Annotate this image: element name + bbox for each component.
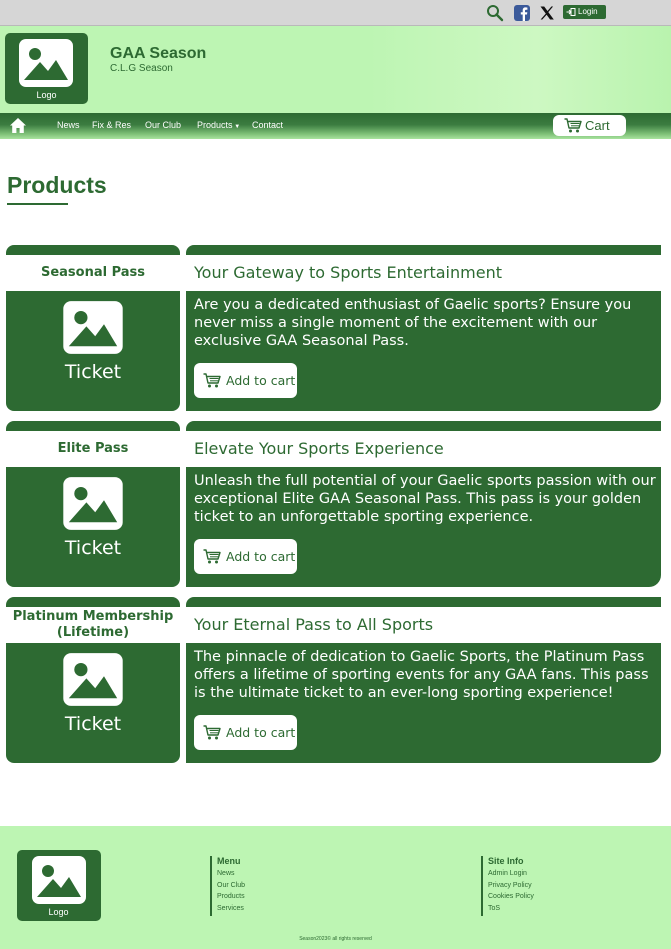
- product-image-panel: Platinum Membership (Lifetime) Ticket: [6, 597, 180, 763]
- image-placeholder-icon: [19, 39, 73, 87]
- image-placeholder-icon: [32, 856, 86, 904]
- login-label: Login: [578, 7, 598, 16]
- add-to-cart-button[interactable]: Add to cart: [194, 539, 297, 574]
- facebook-icon[interactable]: [513, 4, 531, 22]
- footer-link-admin-login[interactable]: Admin Login: [488, 868, 534, 880]
- site-title: GAA Season: [110, 45, 207, 62]
- site-footer: Logo Menu News Our Club Products Service…: [0, 826, 671, 949]
- footer-menu-title: Menu: [217, 856, 241, 866]
- footer-link-products[interactable]: Products: [217, 891, 245, 903]
- nav-item-fix-res[interactable]: Fix & Res: [92, 120, 131, 130]
- product-title: Your Gateway to Sports Entertainment: [194, 263, 502, 282]
- cart-icon: [203, 549, 221, 564]
- product-card-elite-pass: Elite Pass Ticket Elevate Your Sports Ex…: [0, 421, 671, 587]
- footer-site-info: Site Info Admin Login Privacy Policy Coo…: [481, 856, 534, 916]
- product-image-area: Ticket: [6, 643, 180, 763]
- footer-link-our-club[interactable]: Our Club: [217, 880, 245, 892]
- product-name: Seasonal Pass: [40, 265, 146, 280]
- product-description: Unleash the full potential of your Gaeli…: [194, 473, 656, 525]
- product-details-body: Unleash the full potential of your Gaeli…: [186, 467, 661, 587]
- search-icon[interactable]: [486, 4, 504, 22]
- add-to-cart-label: Add to cart: [226, 725, 296, 740]
- product-card-platinum-membership: Platinum Membership (Lifetime) Ticket Yo…: [0, 597, 671, 763]
- logo-label: Logo: [36, 90, 57, 100]
- chevron-down-icon: ▼: [232, 124, 241, 130]
- nav-item-products-label: Products: [197, 120, 233, 130]
- product-image-panel: Elite Pass Ticket: [6, 421, 180, 587]
- copyright-text: Season2023© all rights reserved: [299, 936, 372, 942]
- footer-link-news[interactable]: News: [217, 868, 245, 880]
- image-placeholder-icon: [63, 301, 123, 354]
- home-icon[interactable]: [9, 117, 27, 134]
- top-utility-bar: Login: [0, 0, 671, 26]
- page-title: Products: [7, 172, 107, 198]
- nav-item-products[interactable]: Products ▼: [197, 120, 240, 130]
- nav-item-contact[interactable]: Contact: [252, 120, 283, 130]
- product-description: The pinnacle of dedication to Gaelic Spo…: [194, 649, 649, 701]
- card-tab: [186, 421, 661, 431]
- footer-link-privacy-policy[interactable]: Privacy Policy: [488, 880, 534, 892]
- footer-link-tos[interactable]: ToS: [488, 903, 534, 915]
- footer-logo-label: Logo: [48, 907, 69, 917]
- ticket-label: Ticket: [64, 713, 122, 735]
- heading-underline: [7, 203, 68, 205]
- ticket-label: Ticket: [64, 537, 122, 559]
- cart-label: Cart: [585, 118, 610, 133]
- footer-link-cookies-policy[interactable]: Cookies Policy: [488, 891, 534, 903]
- add-to-cart-label: Add to cart: [226, 549, 296, 564]
- footer-link-services[interactable]: Services: [217, 903, 245, 915]
- cart-button[interactable]: Cart: [553, 115, 626, 136]
- product-name: Elite Pass: [57, 441, 129, 456]
- product-details-body: Are you a dedicated enthusiast of Gaelic…: [186, 291, 661, 411]
- image-placeholder-icon: [63, 477, 123, 530]
- site-subtitle: C.L.G Season: [110, 63, 173, 74]
- login-button[interactable]: Login: [563, 5, 606, 19]
- add-to-cart-button[interactable]: Add to cart: [194, 363, 297, 398]
- card-tab: [186, 597, 661, 607]
- product-image-panel: Seasonal Pass Ticket: [6, 245, 180, 411]
- card-tab: [6, 597, 180, 607]
- add-to-cart-button[interactable]: Add to cart: [194, 715, 297, 750]
- product-image-area: Ticket: [6, 467, 180, 587]
- card-tab: [6, 421, 180, 431]
- cart-icon: [564, 118, 582, 133]
- card-tab: [6, 245, 180, 255]
- product-title: Elevate Your Sports Experience: [194, 439, 444, 458]
- product-details-panel: Your Eternal Pass to All Sports The pinn…: [186, 597, 661, 763]
- image-placeholder-icon: [63, 653, 123, 706]
- x-icon[interactable]: [538, 4, 556, 22]
- product-image-area: Ticket: [6, 291, 180, 411]
- ticket-label: Ticket: [64, 361, 122, 383]
- product-title: Your Eternal Pass to All Sports: [194, 615, 434, 634]
- cart-icon: [203, 373, 221, 388]
- main-nav: News Fix & Res Our Club Products ▼ Conta…: [0, 113, 671, 139]
- footer-site-info-title: Site Info: [488, 856, 524, 866]
- add-to-cart-label: Add to cart: [226, 373, 296, 388]
- product-name: Platinum Membership (Lifetime): [12, 609, 174, 640]
- product-details-panel: Your Gateway to Sports Entertainment Are…: [186, 245, 661, 411]
- nav-item-our-club[interactable]: Our Club: [145, 120, 181, 130]
- site-header: Logo GAA Season C.L.G Season: [0, 26, 671, 113]
- card-tab: [186, 245, 661, 255]
- footer-logo[interactable]: Logo: [17, 850, 101, 921]
- nav-item-news[interactable]: News: [57, 120, 80, 130]
- product-details-panel: Elevate Your Sports Experience Unleash t…: [186, 421, 661, 587]
- product-card-seasonal-pass: Seasonal Pass Ticket Your Gateway to Spo…: [0, 245, 671, 411]
- login-icon: [566, 8, 576, 16]
- product-description: Are you a dedicated enthusiast of Gaelic…: [194, 297, 632, 349]
- site-logo[interactable]: Logo: [5, 33, 88, 104]
- cart-icon: [203, 725, 221, 740]
- product-details-body: The pinnacle of dedication to Gaelic Spo…: [186, 643, 661, 763]
- footer-menu: Menu News Our Club Products Services: [210, 856, 245, 916]
